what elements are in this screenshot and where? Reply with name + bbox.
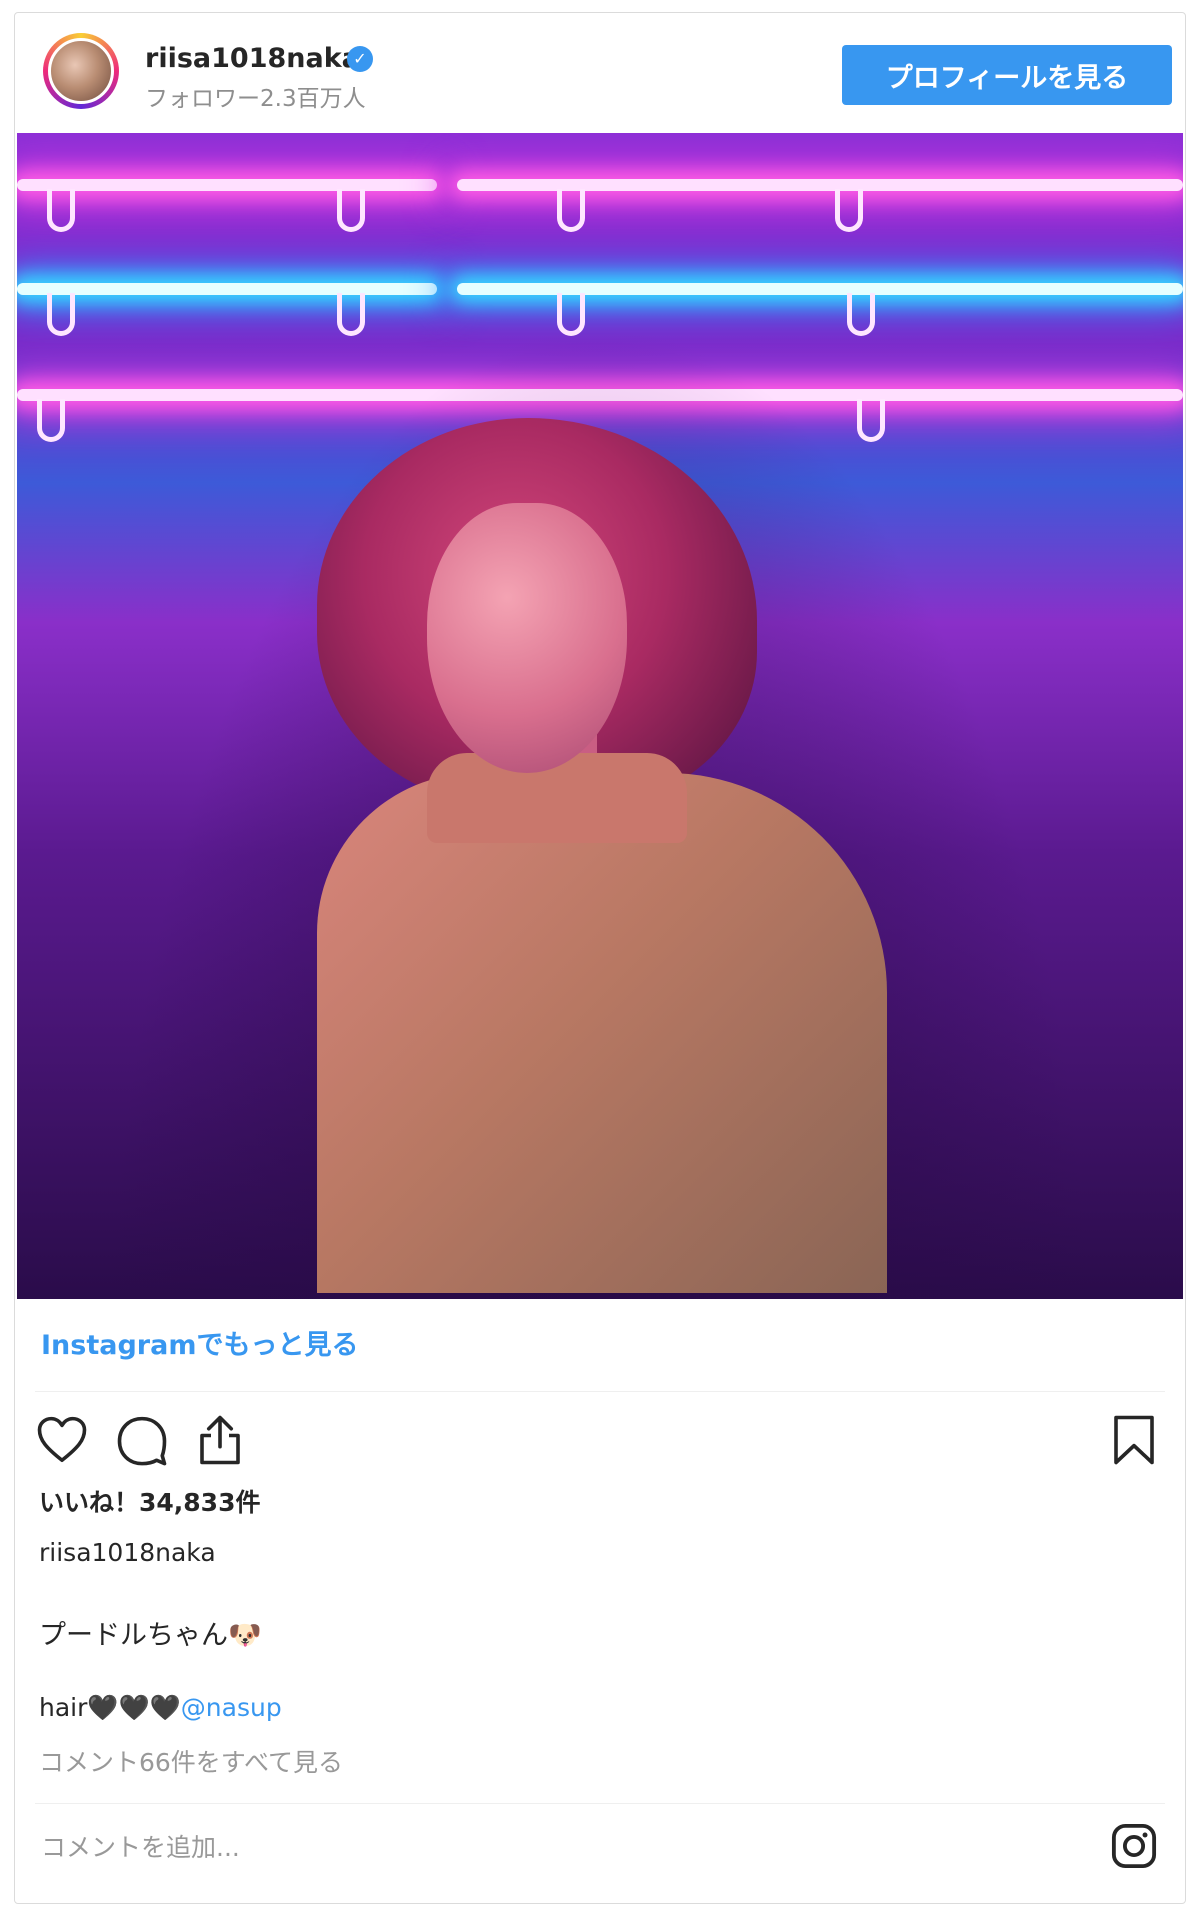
- post-header: riisa1018naka ✓ フォロワー2.3百万人 プロフィールを見る: [15, 13, 1185, 133]
- like-count[interactable]: いいね！34,833件: [39, 1483, 260, 1519]
- person-face: [427, 503, 627, 773]
- comment-input[interactable]: [39, 1821, 1043, 1873]
- instagram-embed-card: riisa1018naka ✓ フォロワー2.3百万人 プロフィールを見る In…: [14, 12, 1186, 1904]
- instagram-logo-icon[interactable]: [1111, 1823, 1157, 1869]
- caption-credit-prefix: hair🖤🖤🖤: [39, 1693, 181, 1722]
- divider: [35, 1391, 1165, 1392]
- view-more-on-instagram-link[interactable]: Instagramでもっと見る: [41, 1323, 358, 1362]
- view-all-comments-link[interactable]: コメント66件をすべて見る: [39, 1743, 343, 1779]
- mention-link[interactable]: @nasup: [181, 1693, 282, 1722]
- bookmark-icon[interactable]: [1107, 1413, 1161, 1467]
- heart-icon[interactable]: [35, 1413, 89, 1467]
- view-profile-button[interactable]: プロフィールを見る: [842, 45, 1172, 105]
- avatar-image: [48, 38, 114, 104]
- username[interactable]: riisa1018naka: [145, 43, 360, 74]
- verified-badge-icon: ✓: [347, 46, 373, 72]
- comment-icon[interactable]: [115, 1413, 169, 1467]
- person-shirt: [317, 773, 887, 1293]
- caption-username[interactable]: riisa1018naka: [39, 1538, 216, 1567]
- share-icon[interactable]: [193, 1413, 247, 1467]
- post-photo[interactable]: [17, 133, 1183, 1299]
- follower-count: フォロワー2.3百万人: [145, 86, 366, 112]
- caption-credit-line: hair🖤🖤🖤@nasup: [39, 1693, 282, 1723]
- caption-text: プードルちゃん🐶: [39, 1620, 262, 1651]
- divider: [35, 1803, 1165, 1804]
- avatar[interactable]: [43, 33, 119, 109]
